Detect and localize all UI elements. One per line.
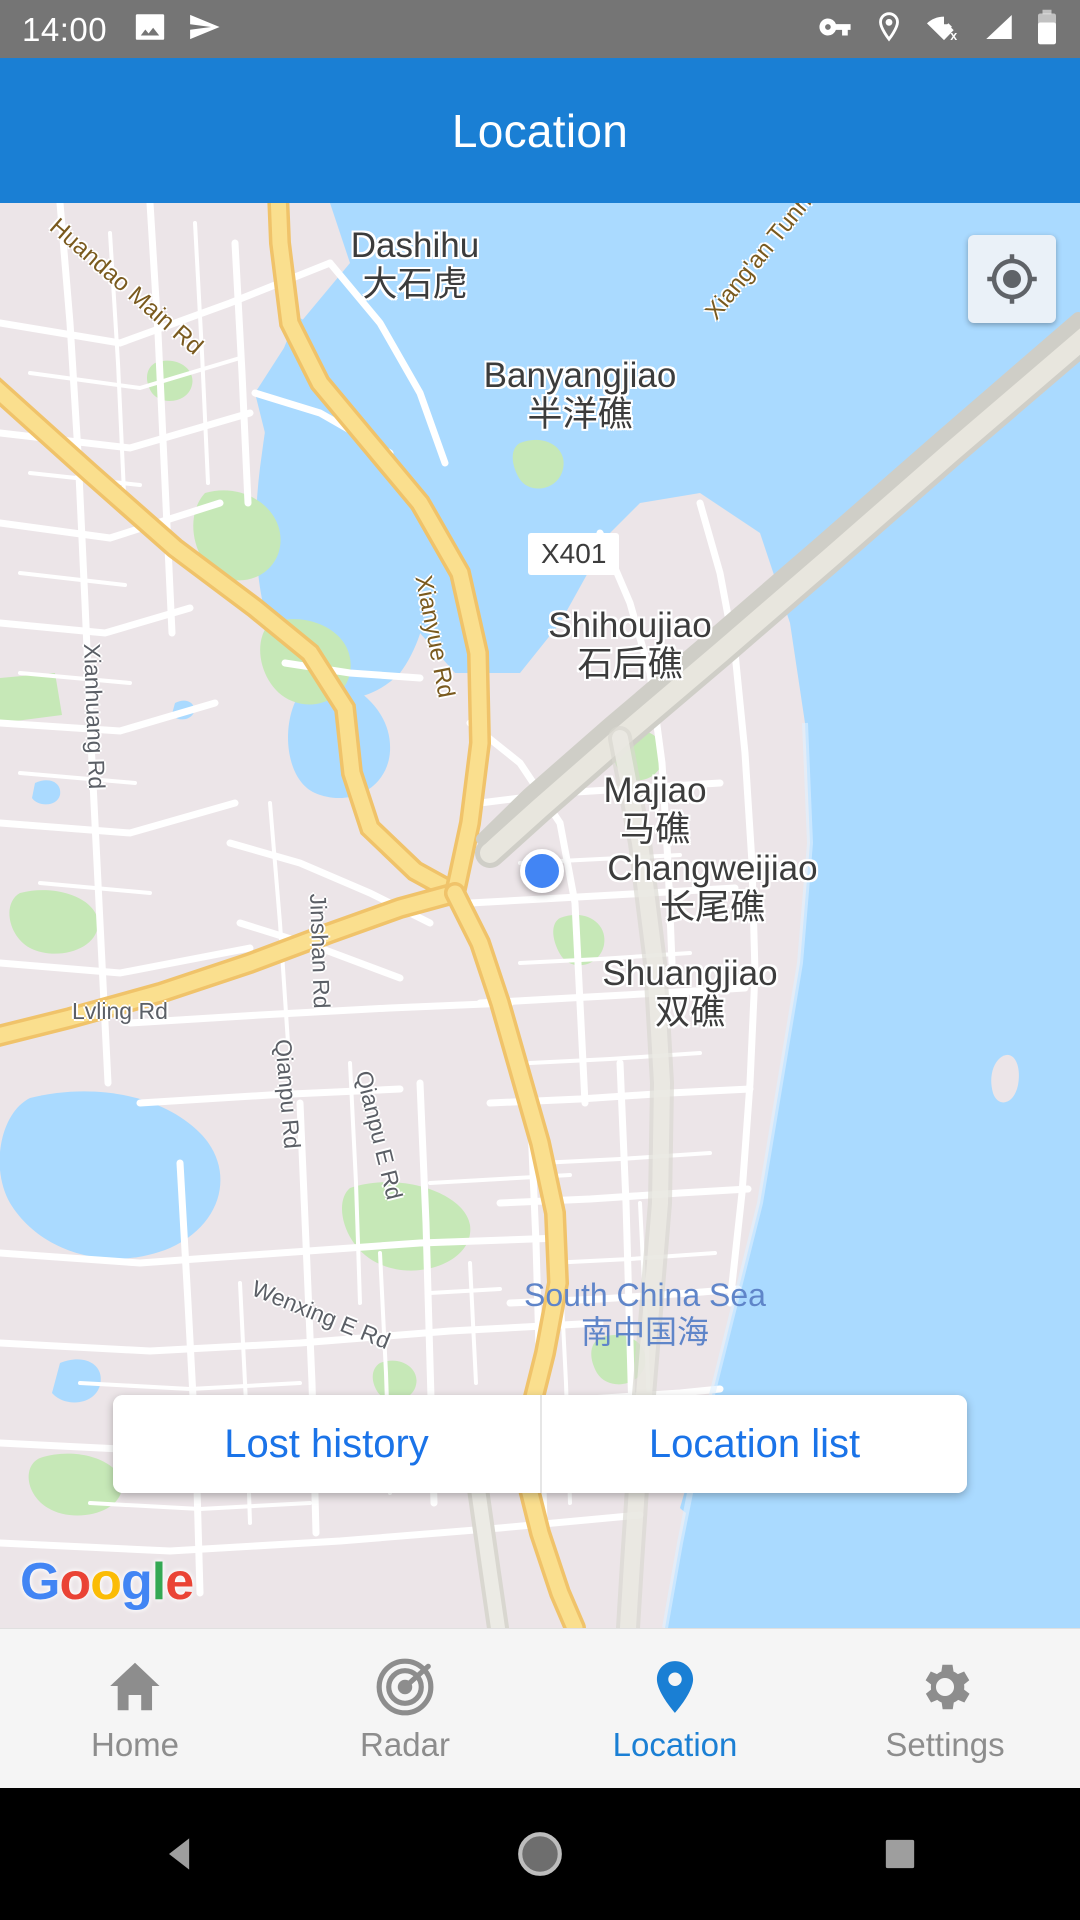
map-sea-label: South China Sea 南中国海 [524,1277,766,1351]
status-bar: 14:00 x [0,0,1080,58]
gear-icon [914,1656,976,1718]
map-action-bar: Lost history Location list [113,1395,967,1493]
square-recents-icon [885,1839,915,1869]
current-location-dot [520,849,564,893]
battery-icon [1036,9,1058,50]
map-route-shield-x401: X401 [528,533,620,575]
cellular-signal-icon [982,10,1016,49]
nav-label-location: Location [612,1726,738,1763]
system-navigation-bar [0,1788,1080,1920]
wifi-off-icon: x [926,10,962,49]
app-screen: 14:00 x Location Dashihu 大石虎 Banyangjiao… [0,0,1080,1920]
status-bar-notification-icons [133,10,221,49]
google-logo: Google [20,1553,194,1611]
triangle-back-icon [169,1838,190,1870]
page-title: Location [451,104,629,157]
bottom-navigation-bar: Home Radar Location Settings [0,1628,1080,1788]
nav-item-settings[interactable]: Settings [810,1656,1080,1761]
location-pin-icon [644,1656,706,1718]
nav-item-home[interactable]: Home [0,1656,270,1761]
nav-item-location[interactable]: Location [540,1656,810,1761]
location-pin-icon [872,10,906,49]
status-bar-clock: 14:00 [22,10,108,48]
home-button[interactable] [480,1788,600,1920]
app-bar: Location [0,58,1080,203]
circle-home-icon [518,1832,562,1876]
image-icon [133,10,167,49]
nav-label-home: Home [90,1726,180,1763]
svg-text:x: x [950,29,957,43]
back-button[interactable] [120,1788,240,1920]
my-location-crosshair-icon [987,254,1037,304]
nav-label-settings: Settings [885,1726,1005,1763]
nav-label-radar: Radar [360,1726,450,1763]
radar-target-icon [374,1656,436,1718]
recents-button[interactable] [840,1788,960,1920]
home-icon [104,1656,166,1718]
vpn-key-icon [818,10,852,49]
location-list-button[interactable]: Location list [540,1395,967,1493]
my-location-button[interactable] [968,235,1056,323]
send-icon [187,10,221,49]
lost-history-button[interactable]: Lost history [113,1395,540,1493]
status-bar-system-icons: x [818,9,1058,50]
nav-item-radar[interactable]: Radar [270,1656,540,1761]
